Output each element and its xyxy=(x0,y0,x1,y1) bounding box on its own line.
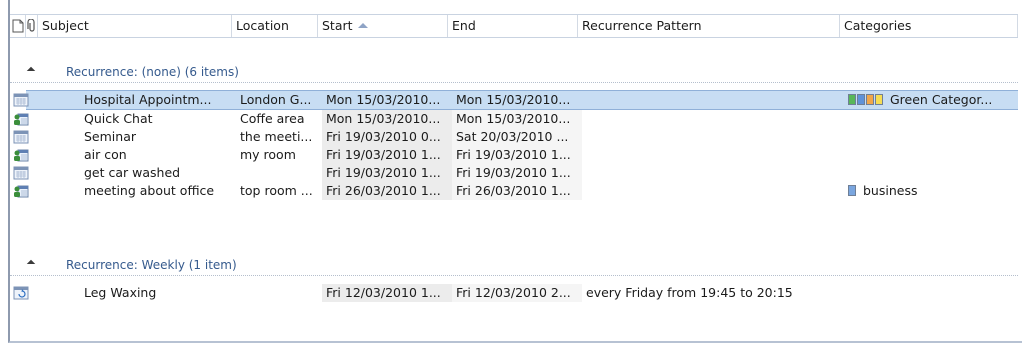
item-subject: Seminar xyxy=(84,129,136,144)
list-item[interactable]: Leg Waxing Fri 12/03/2010 1... Fri 12/03/2… xyxy=(13,284,1018,302)
item-location: London G... xyxy=(240,92,312,107)
recurrence-pattern-header-label: Recurrence Pattern xyxy=(582,18,702,33)
start-header-label: Start xyxy=(322,18,353,33)
list-item[interactable]: get car washed Fri 19/03/2010 1... Fri 19/… xyxy=(13,164,1018,182)
item-recurrence-pattern: every Friday from 19:45 to 20:15 xyxy=(586,285,793,300)
item-start: Fri 26/03/2010 1... xyxy=(326,183,441,198)
group-label: Recurrence: Weekly (1 item) xyxy=(66,258,237,272)
column-header-categories[interactable]: Categories xyxy=(840,15,1018,37)
group-label: Recurrence: (none) (6 items) xyxy=(66,65,239,79)
end-header-label: End xyxy=(452,18,476,33)
item-end: Sat 20/03/2010 ... xyxy=(456,129,569,144)
item-location: top room ... xyxy=(240,183,313,198)
item-start: Fri 19/03/2010 1... xyxy=(326,147,441,162)
item-categories xyxy=(848,284,1018,302)
item-recurrence-pattern xyxy=(586,91,848,109)
item-recurrence-pattern xyxy=(586,146,848,164)
item-location: the meeti... xyxy=(240,129,313,144)
item-start: Fri 12/03/2010 1... xyxy=(326,285,441,300)
category-label: Green Categor... xyxy=(890,92,993,107)
list-item[interactable]: Seminar the meeti... Fri 19/03/2010 0... Sa… xyxy=(13,128,1018,146)
item-subject: get car washed xyxy=(84,165,181,180)
category-color-swatch xyxy=(848,94,856,105)
item-subject: air con xyxy=(84,147,127,162)
item-end: Fri 19/03/2010 1... xyxy=(456,165,571,180)
appointments-list-view: Subject Location Start End Recurrence Pa… xyxy=(8,0,1022,343)
column-header-subject[interactable]: Subject xyxy=(38,15,232,37)
item-recurrence-pattern xyxy=(586,110,848,128)
item-subject: meeting about office xyxy=(84,183,215,198)
document-icon xyxy=(12,19,23,33)
item-end: Fri 12/03/2010 2... xyxy=(456,285,571,300)
expand-collapse-triangle-icon[interactable] xyxy=(26,66,36,76)
item-type-column-header[interactable] xyxy=(10,15,26,37)
column-header-location[interactable]: Location xyxy=(232,15,318,37)
list-item[interactable]: meeting about office top room ... Fri 26/0… xyxy=(14,182,1018,200)
item-start: Fri 19/03/2010 1... xyxy=(326,165,441,180)
list-item[interactable]: Hospital Appointm... London G... Mon 15/03… xyxy=(13,90,1018,110)
location-header-label: Location xyxy=(236,18,289,33)
item-categories: business xyxy=(848,182,1018,200)
item-categories: Green Categor... xyxy=(848,91,1018,109)
item-location: Coffe area xyxy=(240,111,305,126)
item-start: Mon 15/03/2010... xyxy=(326,92,441,107)
item-recurrence-pattern xyxy=(586,128,848,146)
item-recurrence-pattern xyxy=(586,182,848,200)
item-end: Fri 26/03/2010 1... xyxy=(456,183,571,198)
category-label: business xyxy=(863,183,918,198)
column-header-end[interactable]: End xyxy=(448,15,578,37)
column-header-bar: Subject Location Start End Recurrence Pa… xyxy=(10,14,1018,38)
item-subject: Quick Chat xyxy=(84,111,153,126)
category-color-swatch xyxy=(857,94,865,105)
category-color-swatch xyxy=(866,94,874,105)
categories-header-label: Categories xyxy=(844,18,912,33)
item-location: my room xyxy=(240,147,296,162)
expand-collapse-triangle-icon[interactable] xyxy=(26,259,36,269)
item-start: Mon 15/03/2010... xyxy=(326,111,441,126)
group-header[interactable]: Recurrence: Weekly (1 item) xyxy=(10,255,1018,276)
group-header[interactable]: Recurrence: (none) (6 items) xyxy=(10,62,1018,83)
list-item[interactable]: air con my room Fri 19/03/2010 1... Fri 19/… xyxy=(14,146,1018,164)
list-item[interactable]: Quick Chat Coffe area Mon 15/03/2010... Mon… xyxy=(14,110,1018,128)
item-end: Mon 15/03/2010... xyxy=(456,92,571,107)
item-subject: Leg Waxing xyxy=(84,285,157,300)
column-header-start[interactable]: Start xyxy=(318,15,448,37)
item-end: Mon 15/03/2010... xyxy=(456,111,571,126)
item-categories xyxy=(848,110,1018,128)
item-recurrence-pattern xyxy=(586,164,848,182)
paperclip-icon xyxy=(26,18,35,32)
category-color-swatch xyxy=(848,185,856,196)
item-categories xyxy=(848,146,1018,164)
category-color-swatch xyxy=(875,94,883,105)
sort-ascending-icon xyxy=(358,23,368,28)
item-categories xyxy=(848,164,1018,182)
item-location xyxy=(240,284,322,302)
column-header-recurrence-pattern[interactable]: Recurrence Pattern xyxy=(578,15,840,37)
subject-header-label: Subject xyxy=(42,18,89,33)
item-location xyxy=(240,164,322,182)
attachment-column-header[interactable] xyxy=(26,15,38,37)
item-subject: Hospital Appointm... xyxy=(84,92,212,107)
item-start: Fri 19/03/2010 0... xyxy=(326,129,441,144)
item-categories xyxy=(848,128,1018,146)
item-end: Fri 19/03/2010 1... xyxy=(456,147,571,162)
